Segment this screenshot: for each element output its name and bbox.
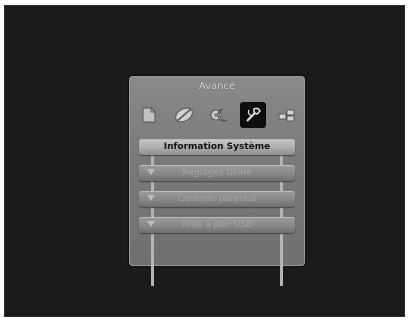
menu-item-mise-a-jour-usb[interactable]: Mise à jour USB (139, 217, 295, 233)
menu-item-label: Mise à jour USB (181, 220, 253, 230)
menu-item-label: Réglages Usine (182, 168, 252, 178)
menu-title: Avancé (198, 81, 236, 92)
menu-item-label: Contrôle parental (177, 194, 257, 204)
menu-item-reglages-usine[interactable]: Réglages Usine (139, 165, 295, 181)
chevron-down-icon (147, 221, 155, 227)
tools-icon[interactable] (240, 102, 266, 128)
gear-moon-icon[interactable] (205, 102, 233, 128)
chevron-down-icon (147, 169, 155, 175)
menu-item-information-systeme[interactable]: Information Système (139, 139, 295, 155)
category-tabs (135, 102, 301, 128)
menu-item-controle-parental[interactable]: Contrôle parental (139, 191, 295, 207)
menu-items: Information Système Réglages Usine Contr… (139, 139, 295, 243)
satellite-icon[interactable] (170, 102, 198, 128)
advanced-menu-panel: Avancé Information Système Réglages Usin… (129, 76, 305, 286)
menu-item-label: Information Système (163, 142, 271, 152)
chevron-down-icon (147, 195, 155, 201)
document-icon[interactable] (135, 102, 163, 128)
grid-icon[interactable] (273, 102, 301, 128)
tv-screen-frame: Avancé Information Système Réglages Usin… (4, 5, 405, 317)
